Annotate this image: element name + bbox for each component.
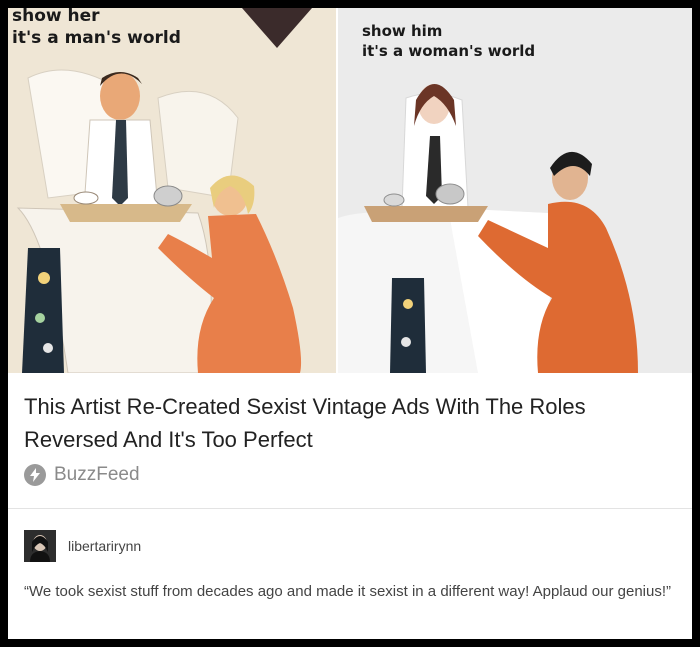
right-caption-line1: show him bbox=[362, 22, 443, 40]
vintage-ad-image: show her it's a man's world bbox=[8, 8, 336, 373]
right-caption-line2: it's a woman's world bbox=[362, 42, 536, 60]
recreated-photo-illustration bbox=[338, 8, 692, 373]
bolt-icon bbox=[24, 464, 46, 486]
reblog-user[interactable]: libertarirynn bbox=[24, 530, 141, 562]
reblog-comment: “We took sexist stuff from decades ago a… bbox=[24, 583, 672, 600]
left-caption-line1: show her bbox=[12, 8, 100, 26]
source-name: BuzzFeed bbox=[54, 464, 140, 485]
post-card: show her it's a man's world show him it'… bbox=[8, 8, 692, 639]
left-caption-line2: it's a man's world bbox=[12, 28, 181, 48]
username-link[interactable]: libertarirynn bbox=[68, 538, 141, 554]
vintage-ad-illustration bbox=[8, 8, 336, 373]
post-image[interactable]: show her it's a man's world show him it'… bbox=[8, 8, 692, 373]
article-headline[interactable]: This Artist Re-Created Sexist Vintage Ad… bbox=[24, 390, 674, 456]
recreated-photo-image: show him it's a woman's world bbox=[338, 8, 692, 373]
divider bbox=[8, 508, 692, 509]
article-source[interactable]: BuzzFeed bbox=[24, 464, 140, 486]
avatar[interactable] bbox=[24, 530, 56, 562]
